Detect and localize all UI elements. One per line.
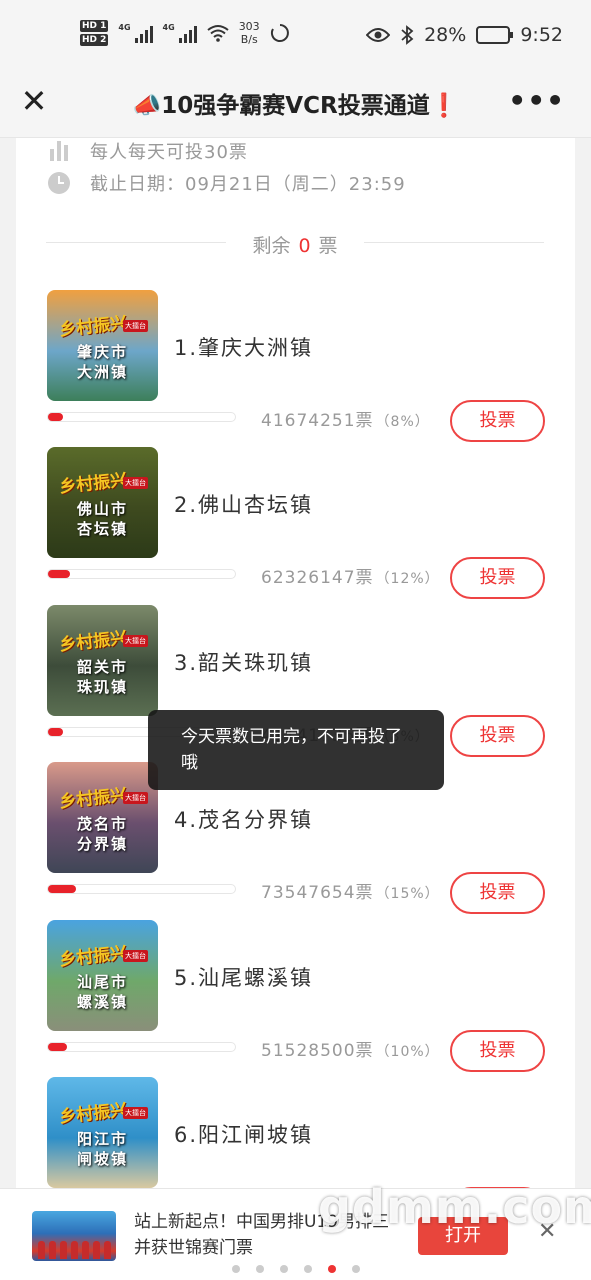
vote-count: 73547654票 （15%） [261,883,440,904]
vote-percent: （8%） [375,414,430,430]
vote-count: 62326147票 （12%） [261,568,440,589]
candidate-item: 乡村振兴 大擂台佛山市 杏坛镇 2.佛山杏坛镇 62326147票 （12%） 投票 [47,447,545,600]
candidate-name[interactable]: 3.韶关珠玑镇 [174,647,313,677]
candidate-thumbnail[interactable]: 乡村振兴 大擂台韶关市 珠玑镇 [47,604,158,716]
vote-progress-fill [48,570,71,579]
candidate-thumbnail[interactable]: 乡村振兴 大擂台阳江市 闸坡镇 [47,1077,158,1188]
site-watermark: gdmm.com [318,1180,591,1234]
hd-indicators: HD 1 HD 2 [80,20,109,46]
thumbnail-brand: 乡村振兴 [58,628,129,656]
thumbnail-city: 佛山市 杏坛镇 [76,500,128,539]
thumbnail-city: 肇庆市 大洲镇 [76,343,128,381]
toast-message: 今天票数已用完，不可再投了哦 [148,710,444,790]
thumbnail-badge: 大擂台 [123,477,148,490]
vote-percent: （12%） [375,571,440,588]
thumbnail-badge: 大擂台 [123,949,148,962]
vote-progress-fill [48,885,77,894]
vote-button[interactable]: 投票 [450,714,545,757]
vote-progress-fill [48,413,63,421]
vote-progress-bar [47,412,236,422]
vote-progress-bar [47,1041,236,1052]
candidate-item: 乡村振兴 大擂台汕尾市 螺溪镇 5.汕尾螺溪镇 51528500票 （10%） 投票 [47,919,545,1072]
thumbnail-brand: 乡村振兴 [58,313,129,341]
thumbnail-badge: 大擂台 [123,1107,148,1119]
clock-time: 9:52 [520,24,563,46]
hd2-badge: HD 2 [80,34,109,46]
thumbnail-brand: 乡村振兴 [58,470,129,498]
vote-button[interactable]: 投票 [450,1029,545,1072]
battery-percent: 28% [424,24,467,46]
thumbnail-badge: 大擂台 [123,634,148,647]
more-menu-icon[interactable]: ••• [508,84,565,117]
thumbnail-badge: 大擂台 [123,792,148,805]
thumbnail-brand: 乡村振兴 [58,943,129,971]
vote-progress-fill [48,727,63,736]
vote-progress-bar [47,884,236,895]
vote-rule-text: 每人每天可投30票 [90,142,248,163]
carousel-dot[interactable] [279,1265,288,1273]
ad-carousel-dots [0,1265,591,1273]
deadline-row: 截止日期：09月21日（周二）23:59 [46,170,406,196]
close-icon[interactable]: ✕ [18,85,50,118]
vote-button[interactable]: 投票 [450,872,545,915]
status-right: 28% 9:52 [366,24,563,46]
candidate-name[interactable]: 6.阳江闸坡镇 [174,1119,313,1149]
vote-rule-row: 每人每天可投30票 [46,138,248,164]
carousel-dot[interactable] [231,1265,240,1273]
remaining-count: 0 [298,235,311,257]
nav-bar: ✕ 📣10强争霸赛VCR投票通道❗ ••• [0,72,591,138]
vote-button[interactable]: 投票 [450,400,545,442]
status-bar: HD 1 HD 2 4G 4G 303 B/s 28% 9:52 [0,0,591,72]
hd1-badge: HD 1 [80,20,109,32]
eye-icon [366,28,391,42]
candidate-item: 乡村振兴 大擂台肇庆市 大洲镇 1.肇庆大洲镇 41674251票 （8%） 投票 [47,290,545,442]
vote-percent: （10%） [375,1043,440,1060]
carousel-dot[interactable] [303,1265,312,1273]
thumbnail-city: 茂名市 分界镇 [76,815,128,854]
status-left: HD 1 HD 2 4G 4G 303 B/s [80,20,290,46]
network-speed: 303 B/s [238,20,260,46]
bluetooth-icon [401,25,414,45]
candidate-thumbnail[interactable]: 乡村振兴 大擂台汕尾市 螺溪镇 [47,919,158,1031]
vote-count: 51528500票 （10%） [261,1040,440,1061]
signal-2-icon: 4G [163,23,197,43]
thumbnail-brand: 乡村振兴 [58,785,129,813]
remaining-votes-divider: 剩余 0 票 [46,231,544,257]
candidate-name[interactable]: 4.茂名分界镇 [174,804,313,834]
page-title: 📣10强争霸赛VCR投票通道❗ [132,93,459,119]
candidate-name[interactable]: 2.佛山杏坛镇 [174,489,313,519]
candidate-thumbnail[interactable]: 乡村振兴 大擂台肇庆市 大洲镇 [47,290,158,401]
vote-count: 41674251票 （8%） [261,411,430,431]
vote-progress-bar [47,569,236,580]
deadline-text: 截止日期：09月21日（周二）23:59 [90,174,406,195]
candidate-thumbnail[interactable]: 乡村振兴 大擂台茂名市 分界镇 [47,762,158,874]
bar-chart-icon [46,138,72,164]
thumbnail-badge: 大擂台 [123,320,148,332]
thumbnail-city: 阳江市 闸坡镇 [76,1130,128,1168]
vote-card: 每人每天可投30票 截止日期：09月21日（周二）23:59 剩余 0 票 乡村振兴… [16,138,575,1280]
candidate-name[interactable]: 5.汕尾螺溪镇 [174,962,313,992]
carousel-dot[interactable] [351,1265,360,1273]
vote-percent: （15%） [375,886,440,903]
thumbnail-city: 汕尾市 螺溪镇 [76,972,128,1011]
thumbnail-city: 韶关市 珠玑镇 [76,657,128,696]
battery-icon [476,26,514,44]
signal-1-icon: 4G [118,23,153,43]
remaining-votes: 剩余 0 票 [252,235,338,257]
clock-icon [46,170,72,196]
thumbnail-brand: 乡村振兴 [58,1100,129,1128]
wifi-icon [207,25,229,42]
vote-progress-fill [48,1042,67,1051]
carousel-dot[interactable] [255,1265,264,1273]
loading-ring-icon [270,24,289,42]
candidate-name[interactable]: 1.肇庆大洲镇 [174,332,313,362]
candidate-thumbnail[interactable]: 乡村振兴 大擂台佛山市 杏坛镇 [47,447,158,559]
ad-thumbnail [32,1211,116,1261]
carousel-dot[interactable] [327,1265,336,1273]
vote-button[interactable]: 投票 [450,557,545,600]
